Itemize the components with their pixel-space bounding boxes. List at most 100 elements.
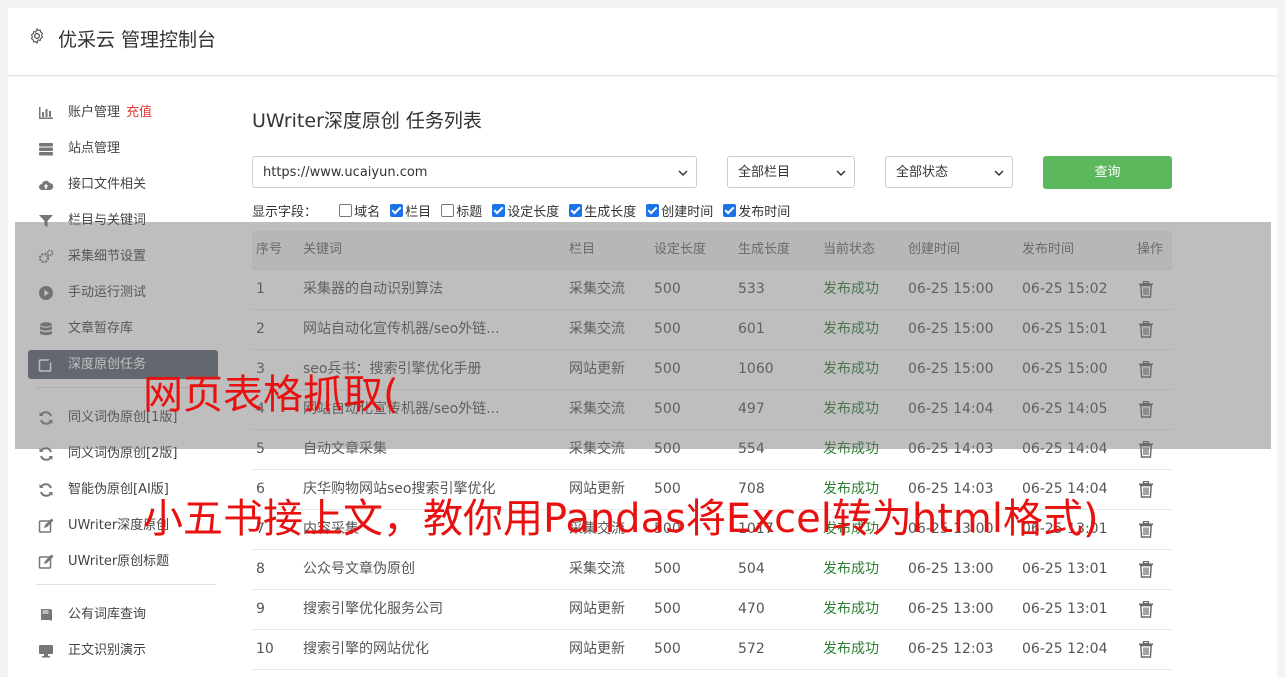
sidebar-item-label: UWriter原创标题	[68, 554, 170, 569]
column-select[interactable]: 全部栏目	[727, 156, 855, 188]
monitor-icon	[39, 645, 53, 658]
published-time-cell: 06-25 13:01	[1022, 601, 1108, 617]
row-index: 2	[256, 321, 265, 337]
sidebar-item-group1-3[interactable]: 接口文件相关	[28, 170, 218, 199]
site-select[interactable]: https://www.ucaiyun.com	[252, 156, 697, 188]
published-time-cell: 06-25 13:01	[1022, 561, 1108, 577]
generated-length-cell: 533	[738, 281, 765, 297]
column-header: 发布时间	[1022, 242, 1075, 257]
column-header: 序号	[256, 242, 283, 257]
column-header: 当前状态	[823, 242, 876, 257]
sidebar-item-group1-2[interactable]: 站点管理	[28, 134, 218, 163]
column-cell: 网站更新	[569, 361, 625, 377]
field-checkbox-6[interactable]: 创建时间	[646, 201, 713, 220]
keyword-cell: 搜索引擎的网站优化	[303, 641, 429, 657]
field-checkbox-5[interactable]: 生成长度	[569, 201, 636, 220]
database-icon	[40, 322, 52, 336]
checkbox[interactable]	[569, 204, 583, 217]
column-header: 操作	[1137, 242, 1164, 257]
row-index: 8	[256, 561, 265, 577]
display-fields: 显示字段： 域名 栏目 标题 设定长度 生成长度 创建时间 发布时间	[252, 201, 800, 220]
keyword-cell: 网站自动化宣传机器/seo外链...	[303, 321, 500, 337]
status-cell: 发布成功	[823, 401, 879, 417]
trash-icon[interactable]	[1138, 321, 1154, 338]
trash-icon[interactable]	[1138, 281, 1154, 298]
keyword-cell: 自动文章采集	[303, 441, 387, 457]
sidebar-item-group2-2[interactable]: 同义词伪原创[2版]	[28, 439, 218, 468]
created-time-cell: 06-25 14:04	[908, 401, 994, 417]
status-select[interactable]: 全部状态	[885, 156, 1013, 188]
generated-length-cell: 504	[738, 561, 765, 577]
checkbox-label: 栏目	[405, 205, 432, 220]
refresh-icon	[39, 483, 53, 497]
sidebar-item-group1-4[interactable]: 栏目与关键词	[28, 206, 218, 235]
trash-icon[interactable]	[1138, 361, 1154, 378]
task-table: 序号 关键词 栏目 设定长度 生成长度 当前状态 创建时间 发布时间 操作 1 采集器的自动识别算法…	[252, 231, 1172, 670]
field-checkbox-4[interactable]: 设定长度	[492, 201, 559, 220]
trash-icon[interactable]	[1138, 601, 1154, 618]
checkbox[interactable]	[441, 204, 455, 217]
column-cell: 网站更新	[569, 641, 625, 657]
trash-icon[interactable]	[1138, 521, 1154, 538]
sidebar-item-group2-5[interactable]: UWriter原创标题	[28, 547, 218, 576]
trash-icon[interactable]	[1138, 441, 1154, 458]
overlay-caption-line2: 小五书接上文，教你用Pandas将Excel转为html格式)	[143, 496, 1099, 542]
recharge-link[interactable]: 充值	[126, 105, 152, 120]
target-length-cell: 500	[654, 321, 681, 337]
field-checkbox-2[interactable]: 栏目	[390, 201, 431, 220]
keyword-cell: 搜索引擎优化服务公司	[303, 601, 443, 617]
generated-length-cell: 497	[738, 401, 765, 417]
published-time-cell: 06-25 14:04	[1022, 441, 1108, 457]
sidebar-item-group3-1[interactable]: 公有词库查询	[28, 600, 218, 629]
published-time-cell: 06-25 14:05	[1022, 401, 1108, 417]
sidebar-item-group1-5[interactable]: 采集细节设置	[28, 242, 218, 271]
status-cell: 发布成功	[823, 321, 879, 337]
book-icon	[41, 609, 52, 621]
query-button[interactable]: 查询	[1043, 156, 1172, 189]
trash-icon[interactable]	[1138, 401, 1154, 418]
checkbox[interactable]	[339, 204, 353, 217]
field-checkbox-1[interactable]: 域名	[339, 201, 380, 220]
status-select-value: 全部状态	[896, 165, 949, 180]
table-row: 8 公众号文章伪原创 采集交流 500 504 发布成功 06-25 13:00 06-25 …	[252, 550, 1172, 590]
gear-icon[interactable]	[28, 27, 46, 45]
trash-icon[interactable]	[1138, 481, 1154, 498]
column-cell: 采集交流	[569, 441, 625, 457]
table-header: 序号 关键词 栏目 设定长度 生成长度 当前状态 创建时间 发布时间 操作	[252, 231, 1172, 270]
table-row: 1 采集器的自动识别算法 采集交流 500 533 发布成功 06-25 15:00 06-2…	[252, 270, 1172, 310]
checkbox[interactable]	[646, 204, 660, 217]
generated-length-cell: 470	[738, 601, 765, 617]
target-length-cell: 500	[654, 441, 681, 457]
field-checkbox-3[interactable]: 标题	[441, 201, 482, 220]
refresh-icon	[39, 411, 53, 425]
checkbox[interactable]	[492, 204, 506, 217]
checkbox-label: 发布时间	[738, 205, 791, 220]
created-time-cell: 06-25 13:00	[908, 601, 994, 617]
checkbox-label: 生成长度	[584, 205, 637, 220]
sidebar-item-group1-1[interactable]: 账户管理 充值	[28, 98, 218, 127]
column-header: 创建时间	[908, 242, 961, 257]
field-checkbox-7[interactable]: 发布时间	[723, 201, 790, 220]
sidebar-item-group3-2[interactable]: 正文识别演示	[28, 636, 218, 665]
edit-icon	[38, 518, 54, 533]
sidebar-divider	[36, 584, 216, 585]
checkbox[interactable]	[723, 204, 737, 217]
play-circle-icon	[39, 286, 53, 300]
sidebar-item-group1-6[interactable]: 手动运行测试	[28, 278, 218, 307]
published-time-cell: 06-25 15:02	[1022, 281, 1108, 297]
checkbox-label: 设定长度	[507, 205, 560, 220]
trash-icon[interactable]	[1138, 561, 1154, 578]
sidebar-item-group1-7[interactable]: 文章暂存库	[28, 314, 218, 343]
page-title: UWriter深度原创 任务列表	[252, 110, 482, 132]
chevron-down-icon	[994, 170, 1004, 177]
sidebar-item-label: 公有词库查询	[68, 607, 147, 622]
status-cell: 发布成功	[823, 561, 879, 577]
generated-length-cell: 1060	[738, 361, 774, 377]
trash-icon[interactable]	[1138, 641, 1154, 658]
row-index: 5	[256, 441, 265, 457]
published-time-cell: 06-25 15:01	[1022, 321, 1108, 337]
row-index: 10	[256, 641, 274, 657]
table-row: 2 网站自动化宣传机器/seo外链... 采集交流 500 601 发布成功 06-25 1…	[252, 310, 1172, 350]
checkbox[interactable]	[390, 204, 404, 217]
keyword-cell: 公众号文章伪原创	[303, 561, 415, 577]
